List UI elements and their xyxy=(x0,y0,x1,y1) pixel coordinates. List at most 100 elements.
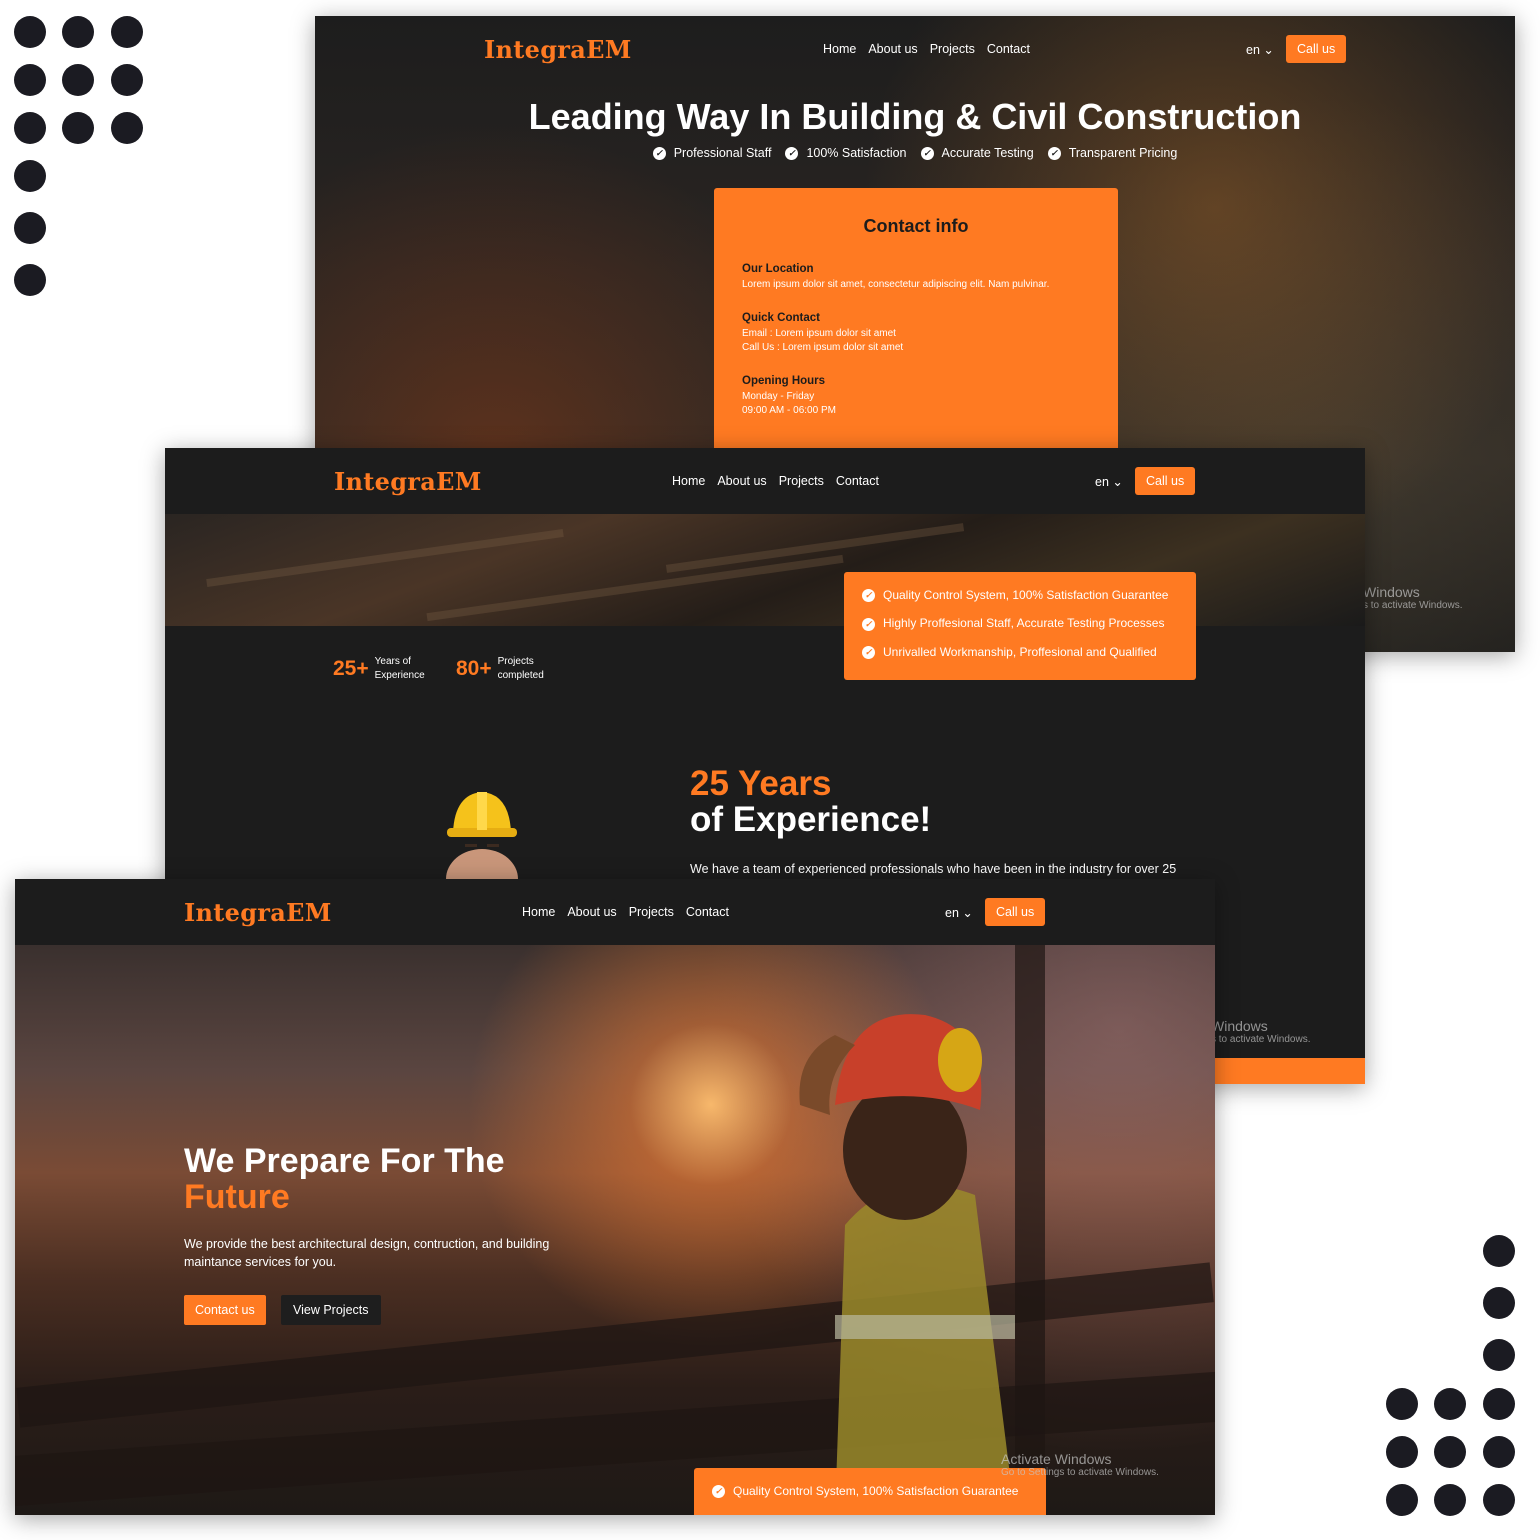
experience-heading-accent: 25 Years xyxy=(690,764,832,803)
feature-item: ✓ Professional Staff xyxy=(652,146,771,161)
hours-days: Monday - Friday xyxy=(742,391,815,402)
card-title: Contact info xyxy=(863,216,969,236)
decor-dot xyxy=(62,16,94,48)
nav-home[interactable]: Home xyxy=(672,474,705,488)
quick-contact-label: Quick Contact xyxy=(742,312,820,324)
feature-bullets: ✓ Professional Staff ✓ 100% Satisfaction ✓… xyxy=(315,146,1515,161)
location-block: Our Location Lorem ipsum dolor sit amet,… xyxy=(742,263,1090,292)
contact-info-card: Contact info Our Location Lorem ipsum do… xyxy=(714,188,1118,458)
watermark-line1: Windows xyxy=(1363,584,1420,600)
quality-box: ✓ Quality Control System, 100% Satisfacti… xyxy=(844,572,1196,680)
decor-dot xyxy=(14,112,46,144)
worker-figure-image xyxy=(799,1014,1015,1515)
stat-number: 25+ xyxy=(333,657,369,680)
hours-label: Opening Hours xyxy=(742,375,826,387)
worker-hardhat-image xyxy=(446,792,518,884)
banner-plank xyxy=(206,528,564,588)
feature-item: ✓ Accurate Testing xyxy=(920,146,1034,161)
quality-item: ✓ Highly Proffesional Staff, Accurate Tes… xyxy=(862,616,1178,631)
check-icon: ✓ xyxy=(785,147,799,161)
windows-watermark: Windows s to activate Windows. xyxy=(1211,1018,1310,1045)
feature-item: ✓ Transparent Pricing xyxy=(1047,146,1177,161)
hero-title: We Prepare For The Future xyxy=(184,1143,505,1215)
decor-dot xyxy=(1483,1388,1515,1420)
nav-contact[interactable]: Contact xyxy=(686,905,729,919)
phone-text[interactable]: Call Us : Lorem ipsum dolor sit amet xyxy=(742,341,1090,355)
call-us-button[interactable]: Call us xyxy=(985,898,1046,926)
watermark-line2: s to activate Windows. xyxy=(1363,600,1463,611)
decor-dot xyxy=(14,64,46,96)
decor-dot xyxy=(1483,1287,1515,1319)
quality-item: ✓ Quality Control System, 100% Satisfacti… xyxy=(862,588,1178,603)
experience-heading-main: of Experience! xyxy=(690,800,932,839)
decor-dot xyxy=(1386,1436,1418,1468)
logo[interactable]: IntegraEM xyxy=(484,35,632,64)
logo[interactable]: IntegraEM xyxy=(184,898,332,927)
watermark-line1: Windows xyxy=(1211,1018,1268,1034)
nav-menu: Home About us Projects Contact xyxy=(672,474,879,488)
nav-about[interactable]: About us xyxy=(717,474,766,488)
decor-dot xyxy=(1386,1484,1418,1516)
watermark-line1: Activate Windows xyxy=(1001,1451,1112,1467)
decor-dot xyxy=(1483,1436,1515,1468)
call-us-button[interactable]: Call us xyxy=(1286,35,1347,63)
nav-about[interactable]: About us xyxy=(868,42,917,56)
decor-dot xyxy=(14,16,46,48)
nav-projects[interactable]: Projects xyxy=(629,905,674,919)
call-us-button[interactable]: Call us xyxy=(1135,467,1196,495)
hero-subtitle: We provide the best architectural design… xyxy=(184,1237,550,1269)
nav-projects[interactable]: Projects xyxy=(930,42,975,56)
decor-dot xyxy=(62,64,94,96)
nav-home[interactable]: Home xyxy=(522,905,555,919)
decor-dot xyxy=(14,160,46,192)
language-select[interactable]: en ⌄ xyxy=(945,905,973,920)
location-label: Our Location xyxy=(742,263,814,275)
quality-bar: ✓ Quality Control System, 100% Satisfacti… xyxy=(694,1468,1046,1515)
stat-number: 80+ xyxy=(456,657,492,680)
stat-caption: Years of Experience xyxy=(374,656,425,681)
decor-dot xyxy=(1386,1388,1418,1420)
hours-block: Opening Hours Monday - Friday 09:00 AM -… xyxy=(742,375,1090,418)
decor-dot xyxy=(1483,1339,1515,1371)
quality-item: ✓ Unrivalled Workmanship, Proffesional an… xyxy=(862,645,1178,659)
nav-projects[interactable]: Projects xyxy=(779,474,824,488)
decor-dot xyxy=(62,112,94,144)
feature-item: ✓ 100% Satisfaction xyxy=(785,146,907,161)
nav-home[interactable]: Home xyxy=(823,42,856,56)
experience-heading: 25 Years of Experience! xyxy=(690,766,931,838)
quality-bar-text: Quality Control System, 100% Satisfactio… xyxy=(733,1484,1019,1498)
email-text[interactable]: Email : Lorem ipsum dolor sit amet xyxy=(742,327,1090,341)
decor-dot xyxy=(111,16,143,48)
hours-time: 09:00 AM - 06:00 PM xyxy=(742,405,836,416)
page-title: Leading Way In Building & Civil Construc… xyxy=(528,96,1302,137)
nav-about[interactable]: About us xyxy=(567,905,616,919)
check-icon: ✓ xyxy=(652,147,666,161)
nav-contact[interactable]: Contact xyxy=(987,42,1030,56)
contact-us-button[interactable]: Contact us xyxy=(184,1295,266,1325)
nav-menu: Home About us Projects Contact xyxy=(823,42,1030,56)
stat-caption: Projects completed xyxy=(497,656,544,681)
check-icon: ✓ xyxy=(862,645,875,659)
check-icon: ✓ xyxy=(862,589,875,603)
decor-dot xyxy=(1434,1388,1466,1420)
banner-plank xyxy=(426,554,844,622)
windows-watermark: Activate Windows Go to Settings to activ… xyxy=(1001,1451,1159,1478)
check-icon: ✓ xyxy=(862,617,875,631)
view-projects-button[interactable]: View Projects xyxy=(281,1295,381,1325)
check-icon: ✓ xyxy=(1047,147,1061,161)
location-text: Lorem ipsum dolor sit amet, consectetur … xyxy=(742,279,1050,290)
nav-menu: Home About us Projects Contact xyxy=(522,905,729,919)
decor-dot xyxy=(1434,1436,1466,1468)
language-select[interactable]: en ⌄ xyxy=(1246,42,1274,57)
check-icon: ✓ xyxy=(712,1485,725,1499)
logo[interactable]: IntegraEM xyxy=(334,467,482,496)
experience-text: We have a team of experienced profession… xyxy=(690,862,1177,876)
decor-dot xyxy=(14,212,46,244)
language-select[interactable]: en ⌄ xyxy=(1095,474,1123,489)
hero-background-image xyxy=(15,945,1215,1515)
navbar: IntegraEM Home About us Projects Contact… xyxy=(15,879,1215,945)
nav-contact[interactable]: Contact xyxy=(836,474,879,488)
home-page-screenshot: IntegraEM Home About us Projects Contact… xyxy=(15,879,1215,1515)
navbar: IntegraEM Home About us Projects Contact… xyxy=(315,16,1515,82)
decor-dot xyxy=(111,64,143,96)
